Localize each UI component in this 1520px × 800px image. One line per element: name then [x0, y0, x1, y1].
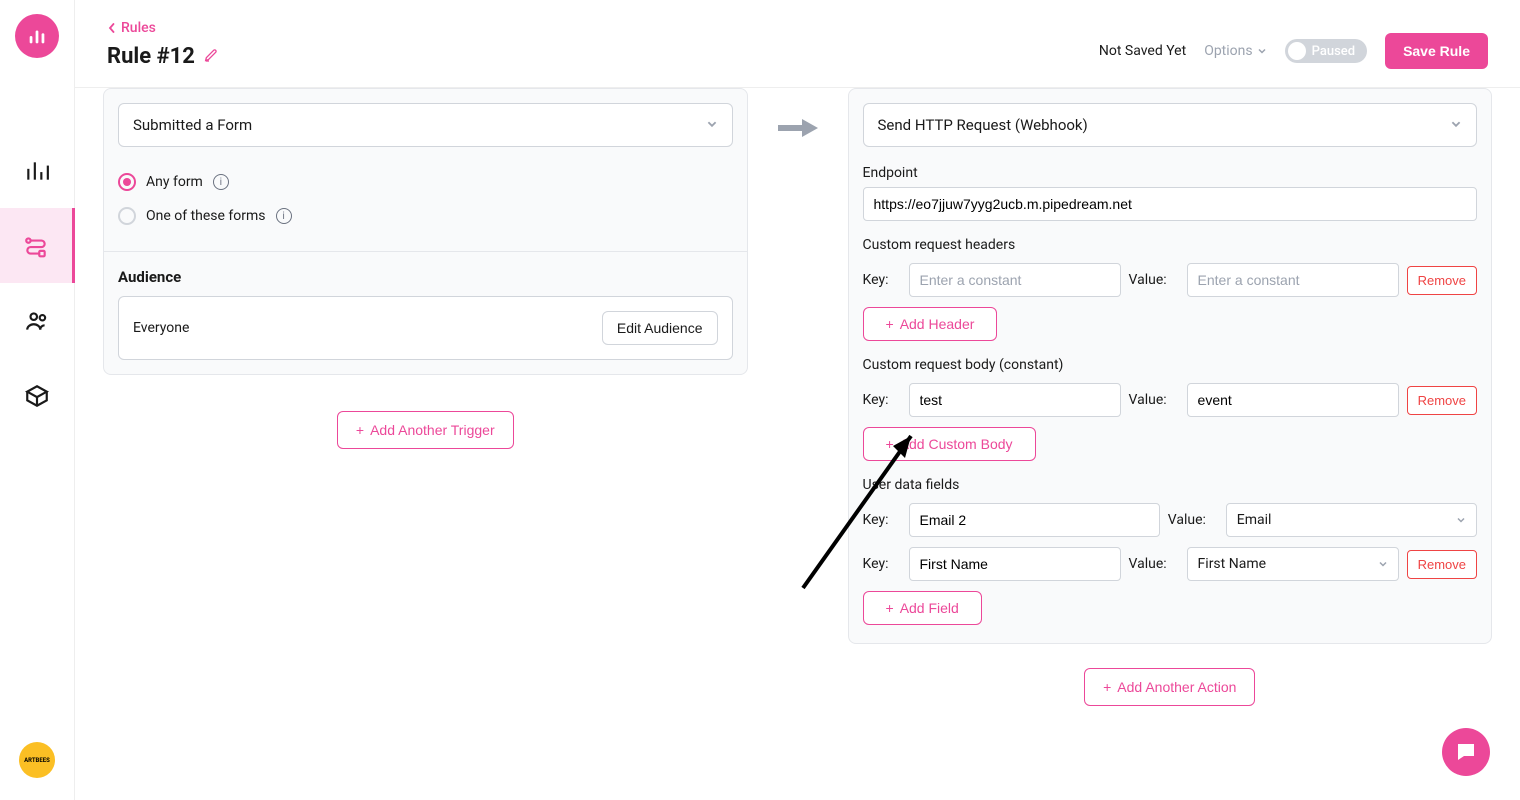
action-select[interactable]: Send HTTP Request (Webhook) [863, 103, 1478, 147]
nav-integrations[interactable] [0, 358, 75, 433]
trigger-select[interactable]: Submitted a Form [118, 103, 733, 147]
chevron-down-icon [706, 116, 718, 134]
edit-title-icon[interactable] [203, 44, 219, 69]
radio-one-of-forms[interactable]: One of these forms i [118, 199, 733, 233]
add-field-button[interactable]: + Add Field [863, 591, 982, 625]
add-header-button[interactable]: + Add Header [863, 307, 998, 341]
sidebar: ARTBEES [0, 0, 75, 800]
key-label: Key: [863, 392, 901, 408]
vendor-badge-label: ARTBEES [24, 757, 50, 764]
info-icon[interactable]: i [213, 174, 229, 190]
chevron-left-icon [107, 23, 117, 33]
status-toggle[interactable]: Paused [1285, 39, 1367, 63]
flow-arrow-icon [768, 88, 828, 140]
body-label: Custom request body (constant) [863, 357, 1478, 373]
userfield-value-select[interactable]: First Name [1187, 547, 1399, 581]
body-row: Key: Value: Remove [863, 383, 1478, 417]
value-label: Value: [1129, 392, 1179, 408]
userfield-key-input[interactable] [909, 547, 1121, 581]
body-key-input[interactable] [909, 383, 1121, 417]
nav-people[interactable] [0, 283, 75, 358]
content: Submitted a Form Any form i [75, 88, 1520, 800]
value-label: Value: [1129, 272, 1179, 288]
trigger-column: Submitted a Form Any form i [103, 88, 748, 449]
radio-unchecked-icon [118, 207, 136, 225]
headers-label: Custom request headers [863, 237, 1478, 253]
chevron-down-icon [1456, 515, 1466, 525]
plus-icon: + [886, 600, 894, 616]
endpoint-label: Endpoint [863, 165, 1478, 181]
userfield-row-1: Key: Value: Email [863, 503, 1478, 537]
header-value-input[interactable] [1187, 263, 1399, 297]
breadcrumb[interactable]: Rules [107, 20, 219, 36]
add-trigger-button[interactable]: + Add Another Trigger [337, 411, 514, 449]
save-status: Not Saved Yet [1099, 43, 1186, 59]
remove-button[interactable]: Remove [1407, 266, 1477, 295]
action-column: Send HTTP Request (Webhook) Endpoint Cus… [848, 88, 1493, 706]
userfield-row-2: Key: Value: First Name Remove [863, 547, 1478, 581]
info-icon[interactable]: i [276, 208, 292, 224]
flow-icon [23, 233, 49, 259]
page-title: Rule #12 [107, 44, 219, 69]
userfield-value-select[interactable]: Email [1226, 503, 1477, 537]
toggle-knob [1288, 42, 1306, 60]
remove-button[interactable]: Remove [1407, 550, 1477, 579]
chevron-down-icon [1257, 46, 1267, 56]
topbar: Rules Rule #12 Not Saved Yet Options [75, 0, 1520, 88]
nav-automations[interactable] [0, 208, 75, 283]
plus-icon: + [886, 316, 894, 332]
radio-checked-icon [118, 173, 136, 191]
chevron-down-icon [1378, 559, 1388, 569]
chart-icon [24, 158, 50, 184]
chat-icon [1454, 740, 1478, 764]
add-action-button[interactable]: + Add Another Action [1084, 668, 1255, 706]
value-label: Value: [1129, 556, 1179, 572]
userfield-key-input[interactable] [909, 503, 1160, 537]
radio-any-form[interactable]: Any form i [118, 165, 733, 199]
save-button[interactable]: Save Rule [1385, 33, 1488, 69]
toggle-label: Paused [1312, 44, 1355, 59]
vendor-badge: ARTBEES [19, 742, 55, 778]
box-icon [24, 383, 50, 409]
chat-fab[interactable] [1442, 728, 1490, 776]
remove-button[interactable]: Remove [1407, 386, 1477, 415]
app-logo[interactable] [15, 14, 59, 58]
bars-icon [26, 25, 48, 47]
nav-analytics[interactable] [0, 133, 75, 208]
chevron-down-icon [1450, 116, 1462, 134]
breadcrumb-label: Rules [121, 20, 156, 36]
options-button[interactable]: Options [1204, 43, 1266, 59]
plus-icon: + [356, 422, 364, 438]
body-value-input[interactable] [1187, 383, 1399, 417]
action-card: Send HTTP Request (Webhook) Endpoint Cus… [848, 88, 1493, 644]
plus-icon: + [886, 436, 894, 452]
trigger-card: Submitted a Form Any form i [103, 88, 748, 375]
userfields-label: User data fields [863, 477, 1478, 493]
key-label: Key: [863, 512, 901, 528]
key-label: Key: [863, 556, 901, 572]
audience-header: Audience [104, 252, 747, 296]
header-key-input[interactable] [909, 263, 1121, 297]
add-body-button[interactable]: + Add Custom Body [863, 427, 1036, 461]
audience-value: Everyone [133, 320, 189, 336]
plus-icon: + [1103, 679, 1111, 695]
endpoint-input[interactable] [863, 187, 1478, 221]
header-row: Key: Value: Remove [863, 263, 1478, 297]
main: Rules Rule #12 Not Saved Yet Options [75, 0, 1520, 800]
key-label: Key: [863, 272, 901, 288]
value-label: Value: [1168, 512, 1218, 528]
audience-row: Everyone Edit Audience [118, 296, 733, 360]
edit-audience-button[interactable]: Edit Audience [602, 311, 718, 345]
people-icon [24, 308, 50, 334]
